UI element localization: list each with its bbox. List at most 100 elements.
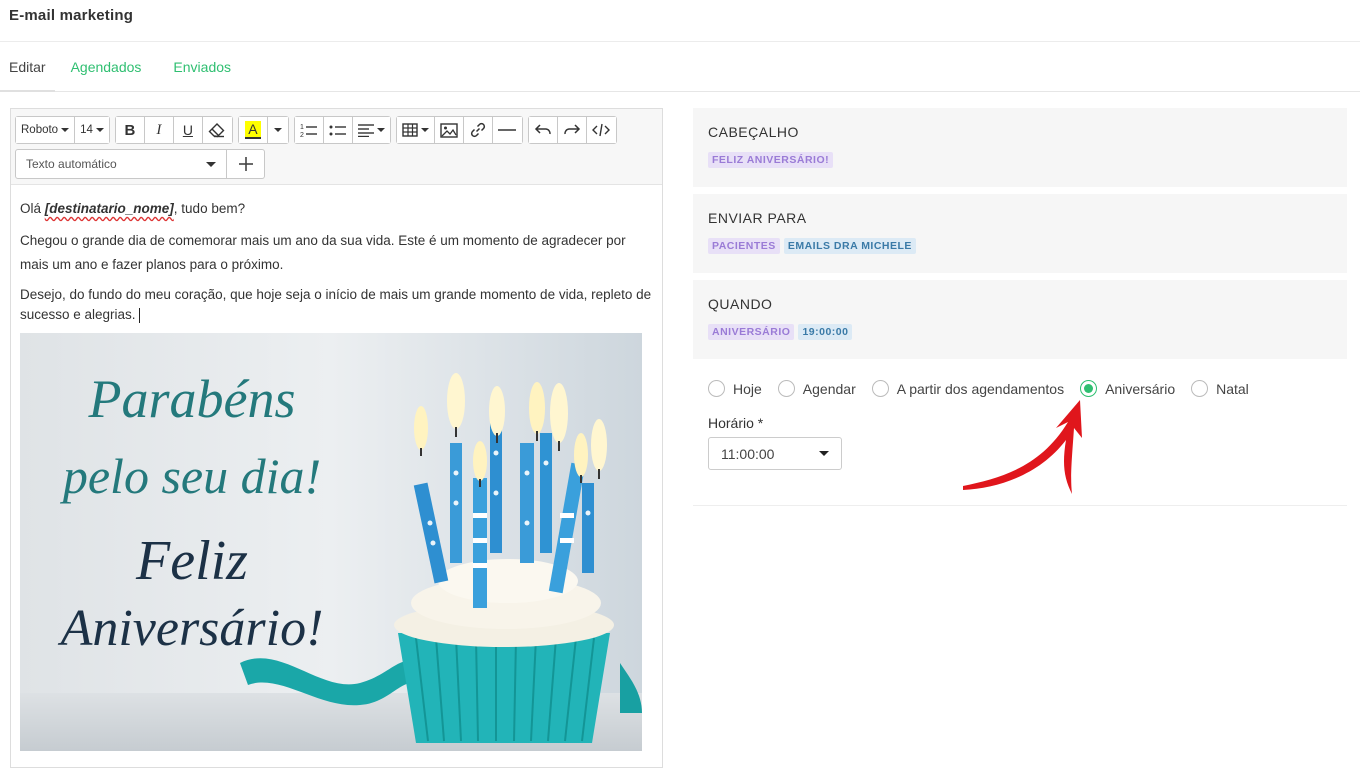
- email-editor: Roboto 14 B I U A 1 2 Texto automático O…: [10, 108, 663, 768]
- paragraph-2: Desejo, do fundo do meu coração, que hoj…: [20, 285, 653, 325]
- clear-format-button[interactable]: [202, 117, 232, 143]
- plus-icon: [238, 157, 253, 171]
- header-section[interactable]: CABEÇALHO FELIZ ANIVERSÁRIO!: [693, 108, 1347, 188]
- tab-agendados[interactable]: Agendados: [55, 42, 158, 92]
- chevron-down-icon: [420, 128, 429, 132]
- bullet-list-button[interactable]: [323, 117, 353, 143]
- table-dropdown[interactable]: [396, 117, 435, 143]
- ordered-list-icon: 12: [300, 124, 317, 138]
- header-section-title: CABEÇALHO: [708, 124, 799, 140]
- link-icon: [470, 122, 485, 138]
- tab-bar: Editar Agendados Enviados: [0, 42, 1360, 92]
- paragraph-1: Chegou o grande dia de comemorar mais um…: [20, 233, 626, 272]
- font-size-value: 14: [80, 124, 93, 136]
- radio-aniversario[interactable]: Aniversário: [1080, 380, 1175, 397]
- greeting-line: Olá [destinatario_nome], tudo bem?: [20, 197, 653, 221]
- send-to-section[interactable]: ENVIAR PARA PACIENTES EMAILS DRA MICHELE: [693, 194, 1347, 274]
- font-size-dropdown[interactable]: 14: [75, 117, 109, 143]
- when-section-title: QUANDO: [708, 296, 773, 312]
- align-dropdown[interactable]: [352, 117, 390, 143]
- schedule-radio-group: Hoje Agendar A partir dos agendamentos A…: [708, 380, 1332, 397]
- radio-circle: [871, 380, 889, 397]
- recipient-name-variable: [destinatario_nome]: [44, 201, 174, 216]
- paragraph-2-text: Desejo, do fundo do meu coração, que hoj…: [20, 287, 652, 322]
- card-line-4: Aniversário!: [58, 600, 324, 657]
- radio-label: Natal: [1216, 380, 1249, 397]
- bold-button[interactable]: B: [115, 117, 145, 143]
- radio-circle: [777, 380, 795, 397]
- add-auto-text-button[interactable]: [227, 149, 265, 179]
- radio-hoje[interactable]: Hoje: [708, 380, 762, 397]
- radio-agendamentos[interactable]: A partir dos agendamentos: [871, 380, 1065, 397]
- radio-circle: [708, 380, 725, 397]
- chevron-down-icon: [61, 128, 70, 132]
- code-icon: [592, 123, 611, 137]
- editor-toolbar: Roboto 14 B I U A 1 2 Texto automático: [11, 109, 662, 185]
- chevron-down-icon: [95, 128, 104, 132]
- font-group: Roboto 14: [15, 116, 110, 144]
- list-group: 12: [293, 116, 391, 144]
- redo-icon: [564, 124, 580, 135]
- time-select[interactable]: 11:00:00: [708, 437, 842, 470]
- when-section[interactable]: QUANDO ANIVERSÁRIO 19:00:00: [693, 280, 1347, 360]
- eraser-icon: [208, 123, 225, 138]
- radio-agendar[interactable]: Agendar: [777, 380, 856, 397]
- align-left-icon: [357, 124, 374, 137]
- birthday-card-image[interactable]: Parabéns pelo seu dia! Feliz Aniversário…: [20, 333, 642, 751]
- format-group: B I U: [114, 116, 233, 144]
- ordered-list-button[interactable]: 12: [294, 117, 324, 143]
- radio-circle-selected: [1080, 380, 1098, 397]
- color-group: A: [237, 116, 289, 144]
- text-cursor: [139, 307, 141, 323]
- color-dropdown-button[interactable]: [267, 117, 288, 143]
- italic-button[interactable]: I: [144, 117, 174, 143]
- red-arrow-annotation: [963, 400, 1082, 494]
- recipient-tag-pacientes: PACIENTES: [708, 238, 780, 254]
- card-line-3: Feliz: [135, 530, 248, 592]
- redo-button[interactable]: [557, 117, 587, 143]
- radio-label: A partir dos agendamentos: [896, 380, 1065, 397]
- image-icon: [440, 122, 458, 138]
- svg-text:2: 2: [300, 132, 304, 138]
- when-tag-type: ANIVERSÁRIO: [708, 324, 795, 340]
- card-line-2: pelo seu dia!: [60, 448, 321, 504]
- chevron-down-icon: [376, 128, 385, 132]
- font-family-dropdown[interactable]: Roboto: [16, 117, 76, 143]
- font-family-value: Roboto: [21, 124, 59, 136]
- top-bar: E-mail marketing: [0, 0, 1360, 42]
- page-title: E-mail marketing: [9, 7, 134, 24]
- greeting-prefix: Olá: [20, 201, 45, 216]
- table-icon: [402, 123, 418, 137]
- highlight-color-button[interactable]: A: [238, 117, 268, 143]
- underline-button[interactable]: U: [173, 117, 203, 143]
- history-group: [527, 116, 617, 144]
- undo-icon: [534, 124, 551, 135]
- horizontal-rule-button[interactable]: [492, 117, 522, 143]
- code-view-button[interactable]: [586, 117, 616, 143]
- insert-group: [395, 116, 523, 144]
- card-line-1: Parabéns: [88, 369, 296, 429]
- chevron-down-icon: [206, 161, 216, 167]
- when-tag-time: 19:00:00: [798, 324, 853, 340]
- auto-text-value: Texto automático: [26, 157, 117, 171]
- radio-label: Agendar: [802, 380, 856, 397]
- insert-image-button[interactable]: [434, 117, 464, 143]
- radio-circle: [1191, 380, 1209, 397]
- recipient-tag-emails: EMAILS DRA MICHELE: [783, 238, 916, 254]
- greeting-suffix: , tudo bem?: [173, 201, 246, 216]
- email-body[interactable]: Olá [destinatario_nome], tudo bem? Chego…: [11, 185, 662, 763]
- header-tag: FELIZ ANIVERSÁRIO!: [708, 152, 834, 168]
- auto-text-select[interactable]: Texto automático: [15, 149, 227, 179]
- horizontal-rule-icon: [498, 129, 517, 131]
- insert-link-button[interactable]: [463, 117, 493, 143]
- radio-label: Hoje: [733, 380, 762, 397]
- radio-natal[interactable]: Natal: [1191, 380, 1249, 397]
- svg-text:1: 1: [300, 124, 304, 131]
- undo-button[interactable]: [528, 117, 558, 143]
- tab-editar[interactable]: Editar: [0, 42, 55, 92]
- chevron-down-icon: [819, 451, 829, 456]
- chevron-down-icon: [273, 128, 282, 132]
- send-to-section-title: ENVIAR PARA: [708, 210, 807, 226]
- bullet-list-icon: [329, 125, 346, 136]
- tab-enviados[interactable]: Enviados: [157, 42, 247, 92]
